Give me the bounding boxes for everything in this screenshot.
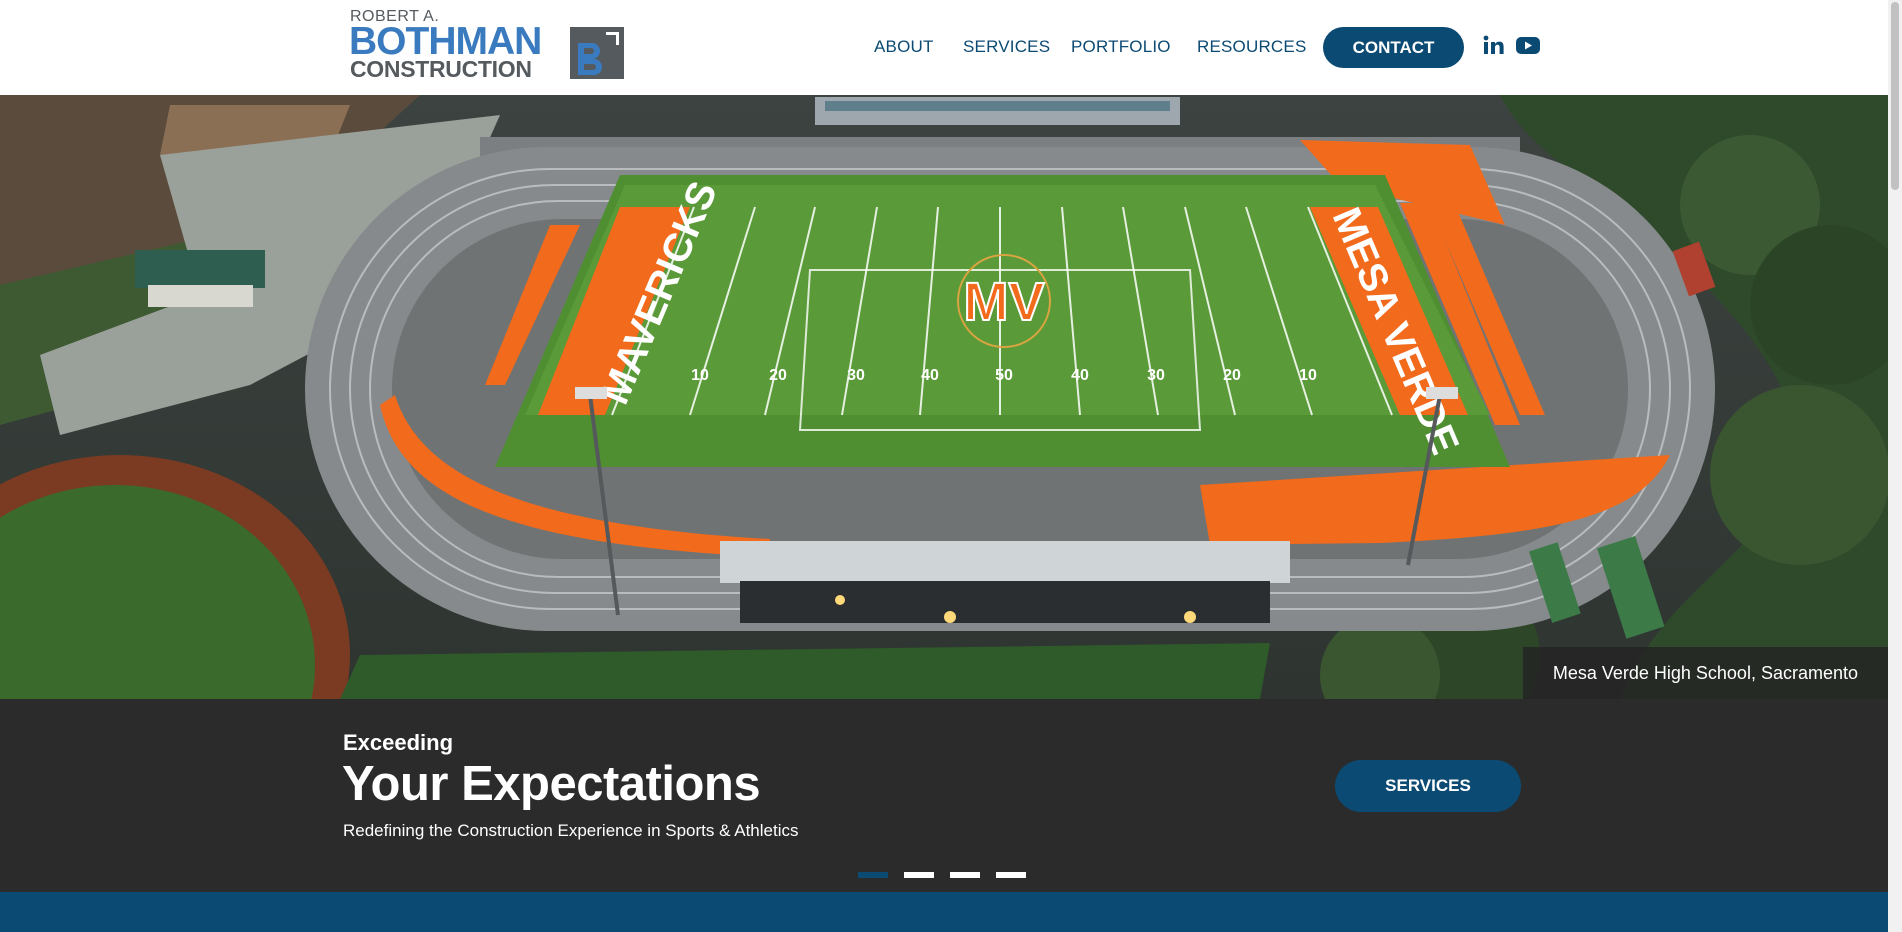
yard-number: 20 [769, 367, 787, 384]
hero-caption: Mesa Verde High School, Sacramento [1522, 647, 1888, 699]
yard-number: 30 [847, 367, 865, 384]
hero-kicker: Exceeding [343, 730, 454, 755]
slider-dot-2[interactable] [904, 872, 934, 878]
hero-headline: Your Expectations [342, 757, 761, 811]
yard-number: 20 [1223, 367, 1241, 384]
hero-image: MAVERICKS MESA VERDE 10 20 30 40 50 40 3… [0, 95, 1888, 699]
nav-resources[interactable]: RESOURCES [1197, 37, 1307, 57]
nav-services[interactable]: SERVICES [963, 37, 1050, 57]
yard-number: 10 [1299, 367, 1317, 384]
site-header: ROBERT A. BOTHMAN CONSTRUCTION ABOUT SER… [0, 0, 1888, 95]
slider-dot-1[interactable] [858, 872, 888, 878]
yard-number: 50 [995, 367, 1013, 384]
logo-mark-icon [570, 27, 624, 79]
yard-number: 30 [1147, 367, 1165, 384]
hero-subline: Redefining the Construction Experience i… [343, 821, 799, 840]
company-logo[interactable]: ROBERT A. BOTHMAN CONSTRUCTION [349, 8, 625, 84]
youtube-icon[interactable] [1515, 34, 1541, 56]
linkedin-icon[interactable] [1482, 34, 1504, 56]
stadium-aerial-photo: MAVERICKS MESA VERDE 10 20 30 40 50 40 3… [0, 95, 1888, 699]
yard-number: 40 [921, 367, 939, 384]
hero-text-band [0, 699, 1888, 892]
scrollbar-thumb[interactable] [1891, 2, 1899, 190]
contact-button[interactable]: CONTACT [1323, 27, 1464, 68]
slider-dots [858, 872, 1026, 878]
page-scrollbar[interactable] [1888, 0, 1902, 932]
nav-about[interactable]: ABOUT [874, 37, 934, 57]
next-section-bar [0, 892, 1888, 932]
yard-number: 10 [691, 367, 709, 384]
nav-portfolio[interactable]: PORTFOLIO [1071, 37, 1171, 57]
midfield-logo: MV [964, 272, 1045, 332]
logo-line3: CONSTRUCTION [350, 56, 532, 82]
slider-dot-3[interactable] [950, 872, 980, 878]
slider-dot-4[interactable] [996, 872, 1026, 878]
services-button[interactable]: SERVICES [1335, 760, 1521, 812]
yard-number: 40 [1071, 367, 1089, 384]
